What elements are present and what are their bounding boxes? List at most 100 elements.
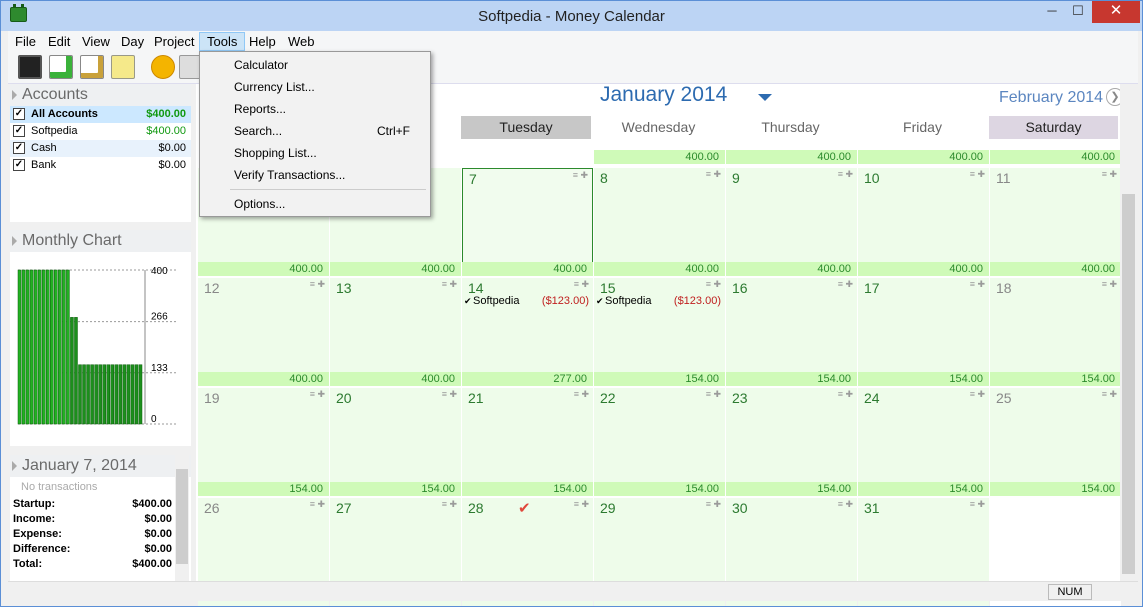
- transaction-name: Softpedia: [605, 295, 652, 307]
- menu-item-calculator[interactable]: Calculator: [234, 58, 288, 72]
- day-notes-add-icon[interactable]: ≡ ✚: [970, 389, 985, 400]
- day-cell[interactable]: 15 ≡ ✚ ✔ Softpedia ($123.00): [594, 278, 725, 386]
- day-notes-add-icon[interactable]: ≡ ✚: [706, 499, 721, 510]
- menu-item-verify-transactions[interactable]: Verify Transactions...: [234, 168, 345, 182]
- day-cell[interactable]: 14 ≡ ✚ ✔ Softpedia ($123.00): [462, 278, 593, 386]
- maximize-button[interactable]: ☐: [1065, 1, 1091, 23]
- menu-edit[interactable]: Edit: [41, 32, 77, 51]
- day-notes-add-icon[interactable]: ≡ ✚: [970, 499, 985, 510]
- chart-bar: [110, 364, 115, 425]
- day-cell[interactable]: 17 ≡ ✚: [858, 278, 989, 386]
- chart-icon[interactable]: [151, 55, 175, 79]
- day-cell[interactable]: 7 ≡ ✚: [462, 168, 593, 276]
- balance-label: 400.00: [198, 262, 329, 276]
- new-transaction-icon[interactable]: [49, 55, 73, 79]
- close-button[interactable]: ✕: [1092, 1, 1140, 23]
- menu-item-search[interactable]: Search...: [234, 124, 282, 138]
- day-number: 15: [600, 280, 616, 296]
- day-cell[interactable]: 13 ≡ ✚: [330, 278, 461, 386]
- save-icon[interactable]: [18, 55, 42, 79]
- day-cell[interactable]: 10 ≡ ✚: [858, 168, 989, 276]
- day-notes-add-icon[interactable]: ≡ ✚: [838, 169, 853, 180]
- menu-item-options[interactable]: Options...: [234, 197, 285, 211]
- day-notes-add-icon[interactable]: ≡ ✚: [1102, 169, 1117, 180]
- day-cell[interactable]: 24 ≡ ✚: [858, 388, 989, 496]
- chart-bar: [17, 269, 22, 425]
- day-notes-add-icon[interactable]: ≡ ✚: [838, 389, 853, 400]
- checkbox-bank[interactable]: ✓: [13, 159, 25, 171]
- account-row-cash[interactable]: ✓ Cash $0.00: [10, 140, 191, 157]
- menu-file[interactable]: File: [8, 32, 43, 51]
- day-cell[interactable]: 18 ≡ ✚: [990, 278, 1121, 386]
- minimize-button[interactable]: ─: [1039, 1, 1065, 23]
- day-notes-add-icon[interactable]: ≡ ✚: [970, 169, 985, 180]
- day-notes-add-icon[interactable]: ≡ ✚: [310, 499, 325, 510]
- day-cell[interactable]: 12 ≡ ✚: [198, 278, 329, 386]
- chart-bar: [82, 364, 86, 425]
- balance-label: 154.00: [594, 482, 725, 496]
- notes-icon[interactable]: [111, 55, 135, 79]
- find-icon[interactable]: [80, 55, 104, 79]
- day-notes-add-icon[interactable]: ≡ ✚: [838, 279, 853, 290]
- chart-bar: [25, 269, 30, 425]
- day-cell[interactable]: 23 ≡ ✚: [726, 388, 857, 496]
- day-cell[interactable]: 11 ≡ ✚: [990, 168, 1121, 276]
- day-notes-add-icon[interactable]: ≡ ✚: [442, 389, 457, 400]
- account-row-bank[interactable]: ✓ Bank $0.00: [10, 157, 191, 174]
- day-cell[interactable]: 16 ≡ ✚: [726, 278, 857, 386]
- current-month-title[interactable]: January 2014: [600, 84, 727, 106]
- day-notes-add-icon[interactable]: ≡ ✚: [706, 389, 721, 400]
- checkbox-softpedia[interactable]: ✓: [13, 125, 25, 137]
- day-panel-scrollbar[interactable]: [175, 455, 189, 581]
- menu-day[interactable]: Day: [114, 32, 151, 51]
- day-cell[interactable]: 20 ≡ ✚: [330, 388, 461, 496]
- checkbox-all-accounts[interactable]: ✓: [13, 108, 25, 120]
- menu-item-reports[interactable]: Reports...: [234, 102, 286, 116]
- next-month-link[interactable]: February 2014: [999, 89, 1103, 107]
- day-notes-add-icon[interactable]: ≡ ✚: [1102, 389, 1117, 400]
- day-notes-add-icon[interactable]: ≡ ✚: [574, 389, 589, 400]
- day-notes-add-icon[interactable]: ≡ ✚: [442, 499, 457, 510]
- weekday-wednesday: Wednesday: [621, 119, 696, 135]
- day-cell[interactable]: 19 ≡ ✚: [198, 388, 329, 496]
- day-notes-add-icon[interactable]: ≡ ✚: [573, 170, 588, 181]
- day-cell[interactable]: 9 ≡ ✚: [726, 168, 857, 276]
- day-cell[interactable]: 21 ≡ ✚: [462, 388, 593, 496]
- menu-project[interactable]: Project: [147, 32, 201, 51]
- menu-view[interactable]: View: [75, 32, 117, 51]
- monthly-chart-header: Monthly Chart: [10, 230, 191, 252]
- menu-tools[interactable]: Tools: [199, 32, 246, 51]
- day-notes-add-icon[interactable]: ≡ ✚: [838, 499, 853, 510]
- account-name: Bank: [31, 159, 57, 171]
- weekday-thursday: Thursday: [761, 119, 820, 135]
- day-cell[interactable]: 22 ≡ ✚: [594, 388, 725, 496]
- account-row-all[interactable]: ✓ All Accounts $400.00: [10, 106, 191, 123]
- menu-item-shopping-list[interactable]: Shopping List...: [234, 146, 317, 160]
- day-cell[interactable]: 8 ≡ ✚: [594, 168, 725, 276]
- day-notes-add-icon[interactable]: ≡ ✚: [706, 279, 721, 290]
- day-notes-add-icon[interactable]: ≡ ✚: [970, 279, 985, 290]
- day-summary-panel: January 7, 2014 No transactions Startup:…: [10, 455, 191, 581]
- day-notes-add-icon[interactable]: ≡ ✚: [1102, 279, 1117, 290]
- checkbox-cash[interactable]: ✓: [13, 142, 25, 154]
- day-notes-add-icon[interactable]: ≡ ✚: [574, 279, 589, 290]
- account-value: $0.00: [158, 142, 186, 154]
- menu-help[interactable]: Help: [242, 32, 283, 51]
- chart-bar: [45, 269, 50, 425]
- scrollbar-thumb[interactable]: [1122, 194, 1135, 574]
- day-notes-add-icon[interactable]: ≡ ✚: [442, 279, 457, 290]
- day-notes-add-icon[interactable]: ≡ ✚: [574, 499, 589, 510]
- calendar-scrollbar[interactable]: [1120, 84, 1137, 581]
- transaction-amount: ($123.00): [673, 295, 721, 307]
- day-notes-add-icon[interactable]: ≡ ✚: [310, 389, 325, 400]
- month-dropdown-icon[interactable]: [758, 94, 772, 101]
- day-notes-add-icon[interactable]: ≡ ✚: [706, 169, 721, 180]
- day-notes-add-icon[interactable]: ≡ ✚: [310, 279, 325, 290]
- menu-web[interactable]: Web: [281, 32, 322, 51]
- chart-tick-label: 0: [151, 414, 157, 425]
- day-cell[interactable]: 25 ≡ ✚: [990, 388, 1121, 496]
- menu-item-currency-list[interactable]: Currency List...: [234, 80, 315, 94]
- chart-tick-label: 266: [151, 312, 168, 323]
- day-number: 8: [600, 170, 608, 186]
- account-row-softpedia[interactable]: ✓ Softpedia $400.00: [10, 123, 191, 140]
